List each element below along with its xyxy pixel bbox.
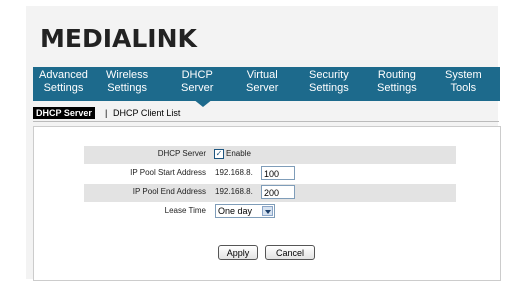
- nav-system-tools[interactable]: System Tools: [445, 69, 482, 95]
- main-nav: Advanced Settings Wireless Settings DHCP…: [33, 67, 500, 101]
- lease-time-select[interactable]: One day: [215, 204, 275, 218]
- nav-label-line2: Server: [246, 82, 279, 94]
- nav-dhcp-server[interactable]: DHCP Server: [181, 69, 213, 95]
- nav-wireless-settings[interactable]: Wireless Settings: [106, 69, 148, 95]
- nav-routing-settings[interactable]: Routing Settings: [377, 69, 417, 95]
- subtab-separator: |: [105, 108, 108, 118]
- dhcp-server-label: DHCP Server: [157, 149, 206, 158]
- apply-button[interactable]: Apply: [218, 245, 258, 260]
- nav-label-line2: Settings: [309, 82, 349, 94]
- pool-start-label: IP Pool Start Address: [130, 168, 206, 177]
- nav-label-line1: Security: [309, 69, 349, 81]
- lease-time-value: One day: [218, 206, 253, 216]
- form-row-lease-time: Lease Time One day: [84, 203, 456, 221]
- nav-label-line1: Wireless: [106, 69, 149, 81]
- nav-label-line1: DHCP: [181, 69, 213, 81]
- medialink-logo: MEDIALINK: [40, 24, 197, 53]
- enable-label: Enable: [226, 149, 251, 158]
- nav-security-settings[interactable]: Security Settings: [309, 69, 349, 95]
- active-nav-pointer: [193, 99, 213, 107]
- pool-start-input[interactable]: 100: [261, 166, 295, 180]
- nav-advanced-settings[interactable]: Advanced Settings: [39, 69, 88, 95]
- lease-time-label: Lease Time: [164, 206, 206, 215]
- subtab-dhcp-server[interactable]: DHCP Server: [33, 107, 95, 119]
- nav-label-line2: Settings: [43, 82, 84, 94]
- form-row-dhcp-server: DHCP Server ✓ Enable: [84, 146, 456, 164]
- nav-label-line1: Routing: [377, 69, 416, 81]
- nav-label-line2: Settings: [107, 82, 147, 94]
- form-row-pool-start: IP Pool Start Address 192.168.8. 100: [84, 165, 456, 183]
- pool-start-prefix: 192.168.8.: [215, 168, 253, 177]
- pool-end-input[interactable]: 200: [261, 185, 295, 199]
- form-row-pool-end: IP Pool End Address 192.168.8. 200: [84, 184, 456, 202]
- nav-label-line1: System: [445, 69, 482, 81]
- dropdown-arrow-icon[interactable]: [262, 206, 273, 216]
- nav-label-line2: Settings: [377, 82, 417, 94]
- nav-label-line1: Virtual: [246, 69, 278, 81]
- subtab-underline: [33, 121, 499, 122]
- nav-label-line2: Server: [181, 82, 214, 94]
- cancel-button[interactable]: Cancel: [265, 245, 315, 260]
- enable-checkbox[interactable]: ✓: [214, 149, 224, 159]
- nav-virtual-server[interactable]: Virtual Server: [246, 69, 278, 95]
- pool-end-label: IP Pool End Address: [132, 187, 206, 196]
- pool-end-prefix: 192.168.8.: [215, 187, 253, 196]
- nav-label-line2: Tools: [450, 82, 477, 94]
- nav-label-line1: Advanced: [39, 69, 88, 81]
- subtab-dhcp-client-list[interactable]: DHCP Client List: [113, 107, 180, 119]
